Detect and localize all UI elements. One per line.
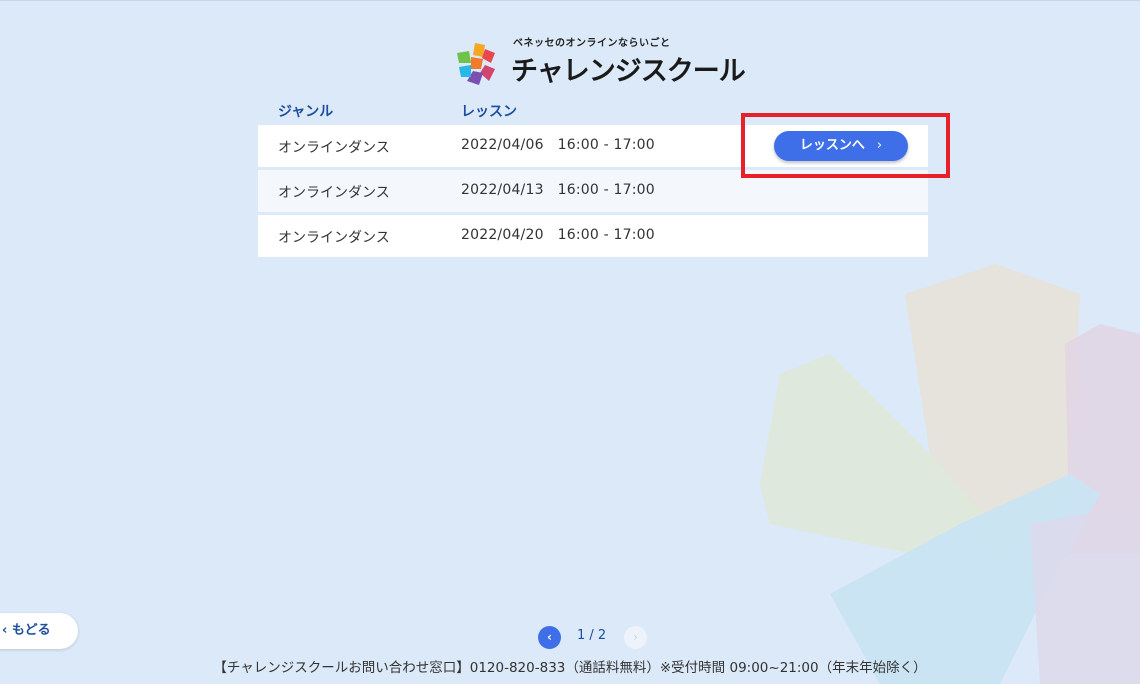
row-genre: オンラインダンス bbox=[278, 230, 390, 246]
brand-subtitle: ベネッセのオンラインならいごと bbox=[513, 38, 671, 49]
back-label: もどる bbox=[11, 623, 51, 638]
next-page-button[interactable]: › bbox=[624, 626, 647, 649]
row-date: 2022/04/06 16:00 - 17:00 bbox=[461, 137, 655, 153]
brand-logo: ベネッセのオンラインならいごと チャレンジスクール bbox=[455, 31, 746, 91]
row-genre: オンラインダンス bbox=[278, 185, 390, 201]
chevron-right-icon: › bbox=[633, 630, 638, 644]
row-date: 2022/04/20 16:00 - 17:00 bbox=[461, 227, 655, 243]
prev-page-button[interactable]: ‹ bbox=[538, 626, 561, 649]
contact-footer: 【チャレンジスクールお問い合わせ窓口】0120-820-833（通話料無料）※受… bbox=[213, 660, 927, 676]
chevron-left-icon: ‹ bbox=[2, 623, 8, 638]
chevron-left-icon: ‹ bbox=[547, 630, 552, 644]
brand-name: チャレンジスクール bbox=[511, 56, 746, 87]
table-row: オンラインダンス 2022/04/20 16:00 - 17:00 bbox=[258, 215, 928, 257]
back-button[interactable]: ‹ もどる bbox=[0, 613, 78, 649]
header-genre: ジャンル bbox=[278, 104, 334, 120]
header-lesson: レッスン bbox=[461, 104, 517, 120]
pagination: ‹ 1 / 2 › bbox=[538, 625, 648, 649]
decorative-petals bbox=[760, 264, 1140, 684]
row-genre: オンラインダンス bbox=[278, 140, 390, 156]
row-date: 2022/04/13 16:00 - 17:00 bbox=[461, 182, 655, 198]
page-indicator: 1 / 2 bbox=[577, 628, 607, 643]
highlight-box bbox=[741, 113, 950, 178]
flower-logo-icon bbox=[457, 43, 495, 85]
